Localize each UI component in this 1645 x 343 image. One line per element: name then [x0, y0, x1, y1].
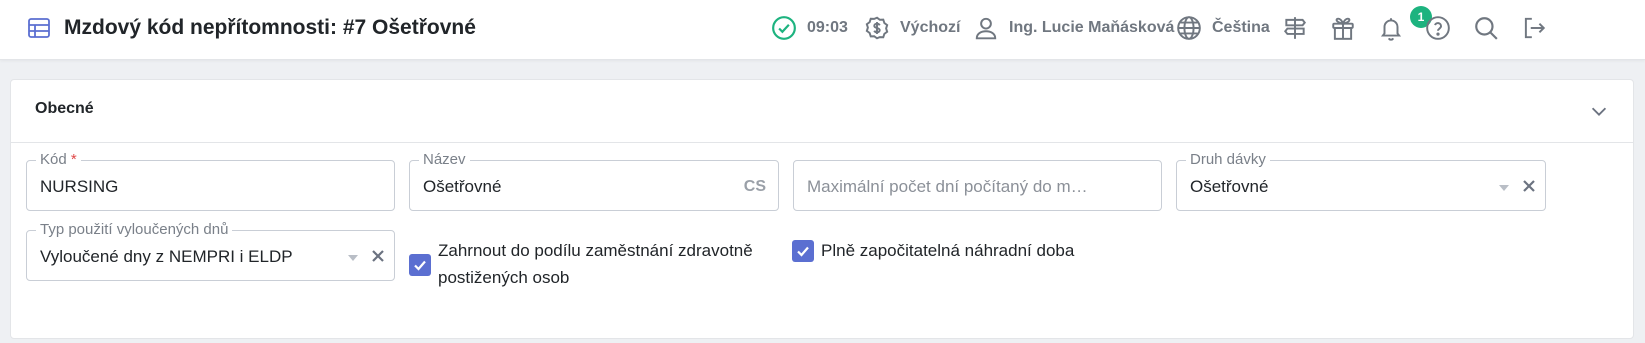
- general-section-card: Obecné Kód * NURSING Název Ošetřovné CS …: [10, 79, 1634, 339]
- check-circle-icon: [772, 16, 796, 40]
- user-menu[interactable]: Ing. Lucie Maňásková: [973, 15, 1174, 41]
- dropdown-caret-icon[interactable]: [1499, 185, 1509, 191]
- globe-icon: [1177, 16, 1201, 40]
- search-button[interactable]: [1473, 15, 1499, 41]
- help-button[interactable]: [1425, 15, 1451, 41]
- max-days-placeholder[interactable]: Maximální počet dní počítaný do m…: [807, 177, 1088, 197]
- bell-icon: [1380, 18, 1402, 41]
- language-selector[interactable]: Čeština: [1176, 15, 1270, 41]
- user-name: Ing. Lucie Maňásková: [1009, 19, 1175, 36]
- currency-icon: [865, 16, 889, 40]
- excluded-days-type-select[interactable]: Typ použití vyloučených dnů Vyloučené dn…: [26, 221, 395, 281]
- section-title: Obecné: [35, 100, 94, 117]
- excluded-days-type-label: Typ použití vyloučených dnů: [36, 221, 233, 239]
- currency-selector[interactable]: Výchozí: [864, 15, 960, 41]
- name-field[interactable]: Název Ošetřovné CS: [409, 151, 779, 211]
- gift-icon: [1332, 17, 1354, 40]
- name-label: Název: [419, 151, 470, 169]
- include-disabled-checkbox[interactable]: [409, 254, 431, 276]
- notifications-button[interactable]: [1378, 15, 1404, 41]
- help-icon: [1426, 16, 1450, 40]
- fully-creditable-checkbox[interactable]: [792, 240, 814, 262]
- checkmark-icon: [414, 260, 426, 271]
- session-time: 09:03: [807, 19, 848, 36]
- include-disabled-label[interactable]: Zahrnout do podílu zaměstnání zdravotně …: [438, 237, 753, 291]
- include-disabled-label-line2: postižených osob: [438, 268, 570, 287]
- menu-icon[interactable]: [27, 16, 51, 40]
- dropdown-caret-icon[interactable]: [348, 255, 358, 261]
- max-days-field[interactable]: Maximální počet dní počítaný do m…: [793, 160, 1162, 211]
- benefit-type-select[interactable]: Druh dávky Ošetřovné: [1176, 151, 1546, 211]
- required-mark: *: [70, 151, 77, 168]
- language-code-badge[interactable]: CS: [744, 177, 766, 197]
- code-value[interactable]: NURSING: [40, 177, 118, 197]
- signpost-icon: [1284, 17, 1306, 39]
- code-label: Kód *: [36, 151, 81, 169]
- code-field[interactable]: Kód * NURSING: [26, 151, 395, 211]
- logout-button[interactable]: [1521, 15, 1547, 41]
- app-header: Mzdový kód nepřítomnosti: #7 Ošetřovné 0…: [0, 0, 1645, 60]
- user-icon: [975, 17, 997, 40]
- benefit-type-label: Druh dávky: [1186, 151, 1270, 169]
- include-disabled-label-line1: Zahrnout do podílu zaměstnání zdravotně: [438, 241, 753, 260]
- session-timer[interactable]: 09:03: [771, 15, 848, 41]
- logout-icon: [1524, 17, 1546, 39]
- currency-label: Výchozí: [900, 19, 961, 36]
- clear-icon[interactable]: [1521, 178, 1537, 194]
- language-label: Čeština: [1212, 19, 1270, 36]
- name-value[interactable]: Ošetřovné: [423, 177, 501, 197]
- section-header[interactable]: Obecné: [11, 80, 1633, 143]
- fully-creditable-label[interactable]: Plně započitatelná náhradní doba: [821, 237, 1074, 264]
- excluded-days-type-value[interactable]: Vyloučené dny z NEMPRI i ELDP: [40, 247, 293, 267]
- chevron-down-icon[interactable]: [1588, 100, 1610, 122]
- page-title: Mzdový kód nepřítomnosti: #7 Ošetřovné: [64, 16, 476, 39]
- benefit-type-value[interactable]: Ošetřovné: [1190, 177, 1268, 197]
- checkmark-icon: [797, 246, 809, 257]
- search-icon: [1475, 17, 1498, 40]
- signpost-button[interactable]: [1282, 15, 1308, 41]
- clear-icon[interactable]: [370, 248, 386, 264]
- gift-button[interactable]: [1330, 15, 1356, 41]
